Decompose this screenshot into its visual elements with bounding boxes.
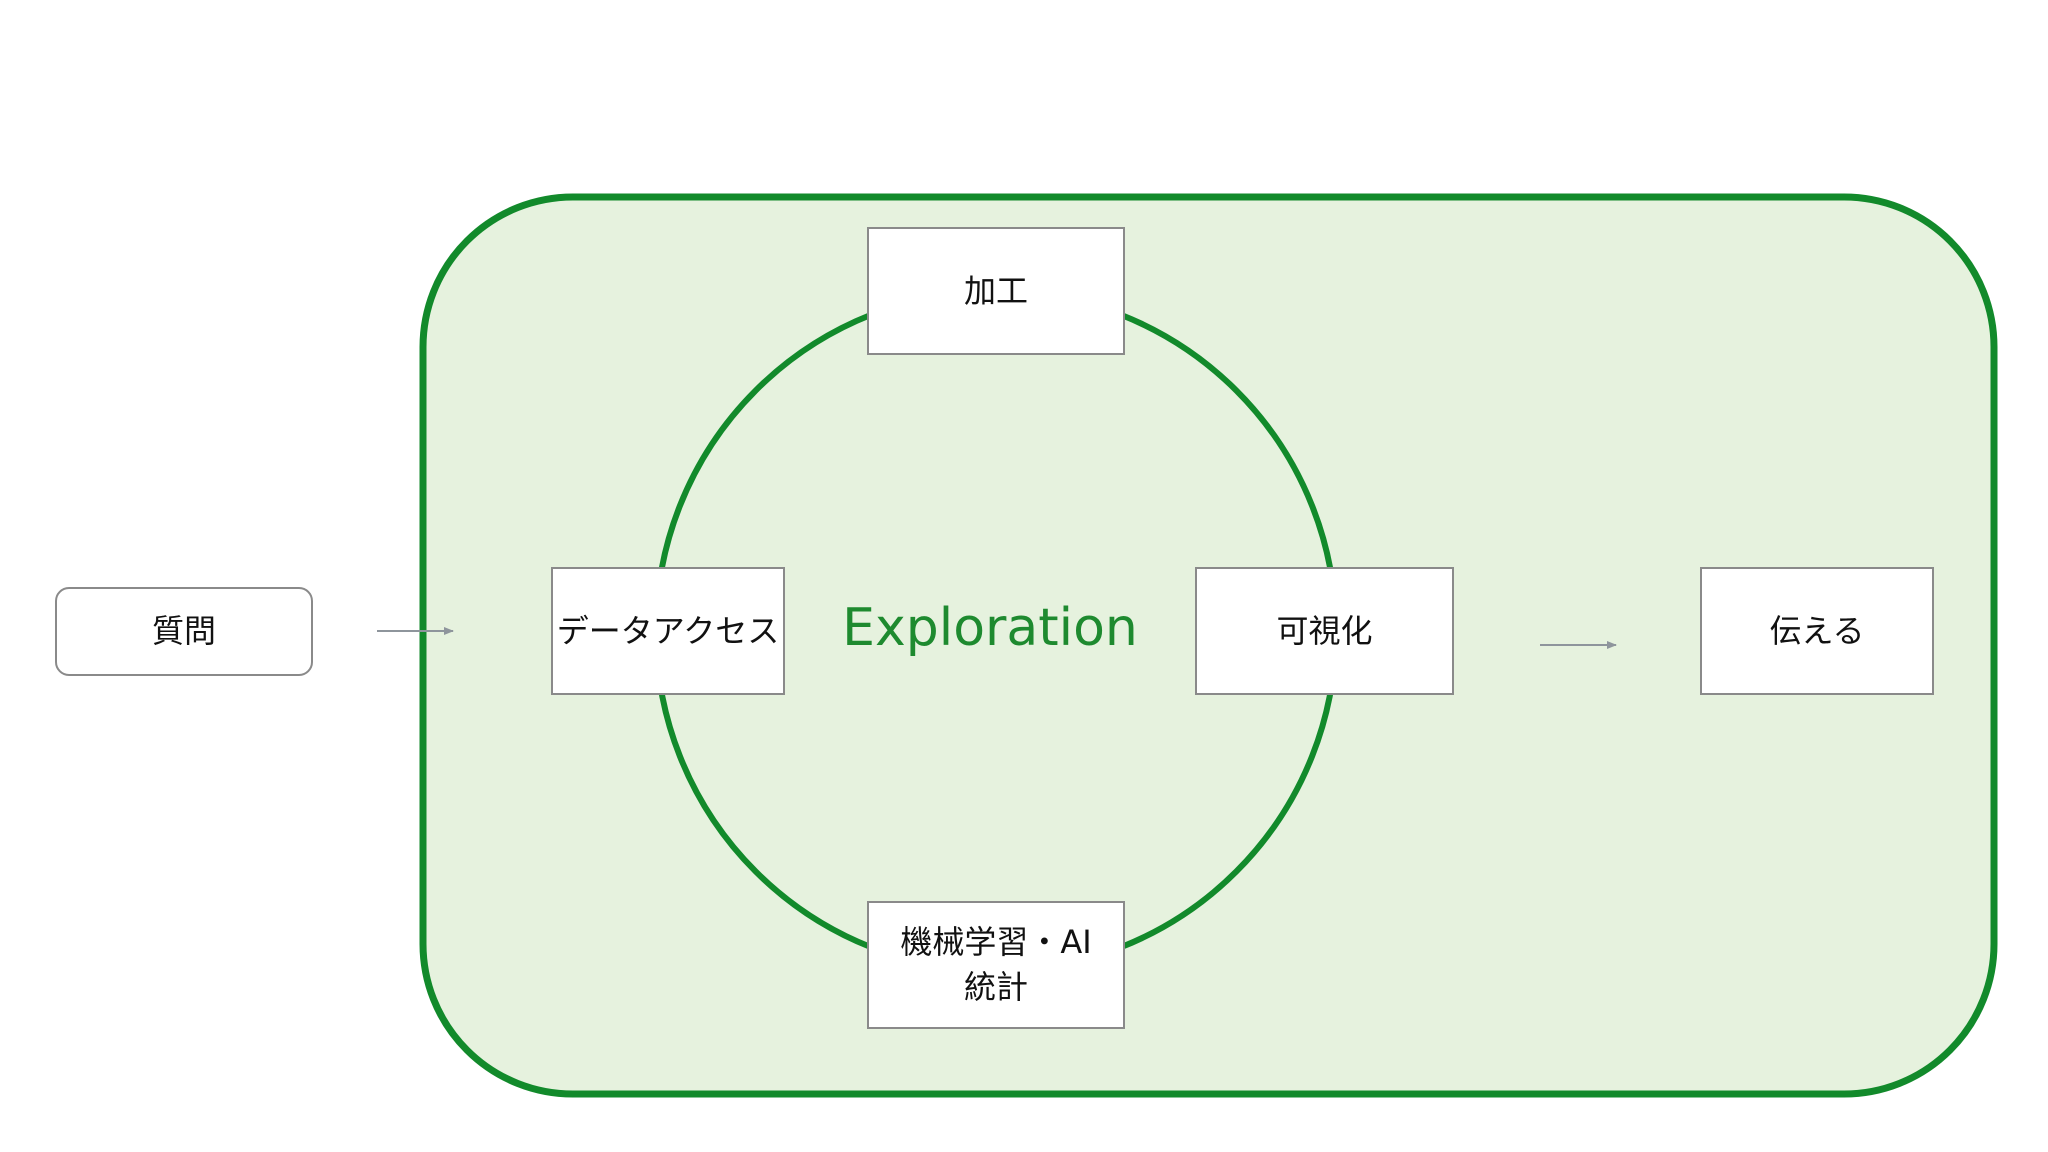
data-access-label: データアクセス (556, 611, 780, 650)
exploration-label: Exploration (842, 598, 1138, 658)
communicate-label: 伝える (1769, 611, 1865, 650)
processing-node: 加工 (867, 227, 1125, 355)
question-label: 質問 (151, 612, 216, 651)
visualization-label: 可視化 (1276, 611, 1373, 650)
diagram-canvas: 質問 データアクセス 加工 可視化 機械学習・AI 統計 伝える Explora… (0, 0, 2048, 1152)
ml-statistics-node: 機械学習・AI 統計 (867, 901, 1125, 1029)
processing-label: 加工 (963, 271, 1028, 310)
question-node: 質問 (55, 587, 313, 676)
ml-label-line1: 機械学習・AI (900, 923, 1092, 962)
ml-label-line2: 統計 (963, 968, 1028, 1006)
communicate-node: 伝える (1700, 567, 1934, 695)
visualization-node: 可視化 (1195, 567, 1454, 695)
data-access-node: データアクセス (551, 567, 785, 695)
